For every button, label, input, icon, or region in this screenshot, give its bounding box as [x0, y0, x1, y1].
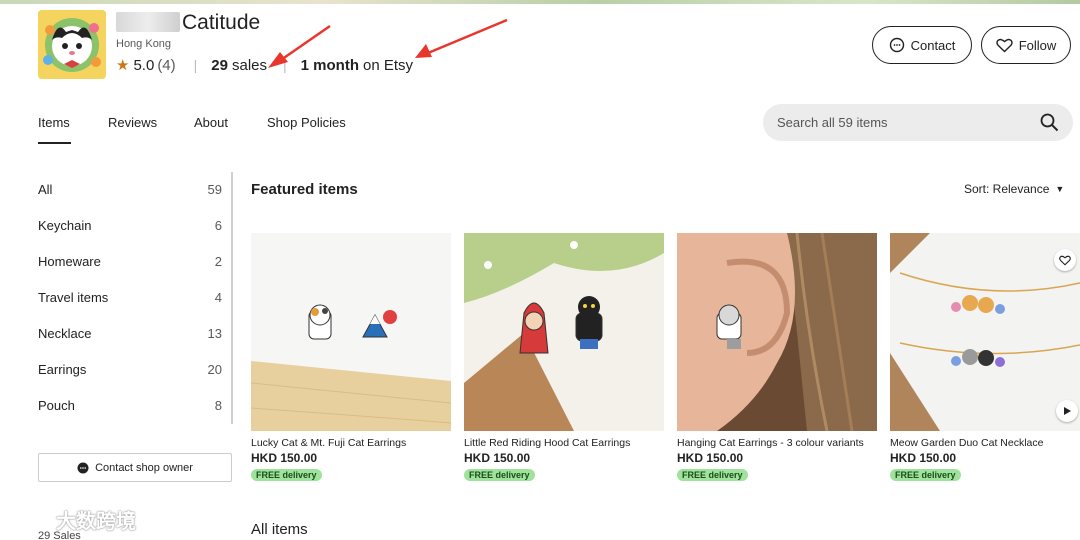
- listing-title[interactable]: Lucky Cat & Mt. Fuji Cat Earrings: [251, 437, 451, 449]
- listing-card[interactable]: Lucky Cat & Mt. Fuji Cat Earrings HKD 15…: [251, 233, 451, 483]
- listing-card[interactable]: Little Red Riding Hood Cat Earrings HKD …: [464, 233, 664, 483]
- sidebar-item-all[interactable]: All 59: [38, 182, 222, 197]
- listing-image[interactable]: [464, 233, 664, 431]
- free-delivery-badge: FREE delivery: [464, 469, 535, 481]
- sidebar-item-count: 13: [207, 326, 222, 341]
- shop-name: Catitude: [116, 11, 260, 35]
- watermark-logo-icon: [8, 508, 52, 530]
- tab-items[interactable]: Items: [38, 115, 71, 144]
- sidebar-item-keychain[interactable]: Keychain 6: [38, 218, 222, 233]
- sales-count: 29: [211, 56, 228, 74]
- sidebar-item-earrings[interactable]: Earrings 20: [38, 362, 222, 377]
- sidebar-item-label: Travel items: [38, 290, 109, 305]
- sidebar-item-label: All: [38, 182, 53, 197]
- watermark: 大数跨境: [8, 505, 136, 534]
- top-banner-strip: [0, 0, 1080, 4]
- sidebar-item-label: Earrings: [38, 362, 87, 377]
- category-sidebar: All 59 Keychain 6 Homeware 2 Travel item…: [38, 172, 233, 424]
- tenure-value: 1 month: [300, 56, 359, 74]
- listing-price: HKD 150.00: [677, 451, 744, 465]
- free-delivery-badge: FREE delivery: [251, 469, 322, 481]
- sidebar-item-label: Keychain: [38, 218, 92, 233]
- star-icon: ★: [116, 57, 130, 74]
- chat-bubble-icon: [77, 462, 89, 473]
- blurred-name-fragment: [116, 12, 180, 32]
- sidebar-item-homeware[interactable]: Homeware 2: [38, 254, 222, 269]
- sidebar-item-count: 8: [214, 398, 222, 413]
- tab-shop-policies[interactable]: Shop Policies: [267, 115, 346, 142]
- sort-dropdown[interactable]: Sort: Relevance ▼: [964, 182, 1064, 196]
- listing-price: HKD 150.00: [464, 451, 531, 465]
- sidebar-item-count: 6: [214, 218, 222, 233]
- sidebar-item-label: Necklace: [38, 326, 92, 341]
- tab-about[interactable]: About: [194, 115, 228, 142]
- listing-title[interactable]: Little Red Riding Hood Cat Earrings: [464, 437, 664, 449]
- caret-down-icon: ▼: [1055, 184, 1065, 194]
- sidebar-item-count: 2: [214, 254, 222, 269]
- contact-shop-owner-label: Contact shop owner: [95, 461, 193, 474]
- search-placeholder: Search all 59 items: [777, 115, 888, 130]
- favorite-heart-icon[interactable]: [1054, 249, 1076, 271]
- listing-card[interactable]: Hanging Cat Earrings - 3 colour variants…: [677, 233, 877, 483]
- follow-button[interactable]: Follow: [981, 26, 1071, 64]
- search-input[interactable]: Search all 59 items: [763, 104, 1073, 141]
- contact-button[interactable]: Contact: [872, 26, 972, 64]
- heart-icon: [996, 38, 1013, 52]
- free-delivery-badge: FREE delivery: [890, 469, 961, 481]
- listing-image[interactable]: [890, 233, 1080, 431]
- listing-price: HKD 150.00: [890, 451, 957, 465]
- featured-items-heading: Featured items: [251, 181, 358, 198]
- free-delivery-badge: FREE delivery: [677, 469, 748, 481]
- listing-image[interactable]: [251, 233, 451, 431]
- sidebar-item-count: 4: [214, 290, 222, 305]
- sales-label: sales: [231, 56, 268, 74]
- sidebar-item-count: 20: [207, 362, 222, 377]
- sidebar-item-label: Pouch: [38, 398, 75, 413]
- search-icon[interactable]: [1040, 113, 1059, 132]
- annotation-arrowhead-tenure: [415, 44, 432, 58]
- sidebar-item-count: 59: [207, 182, 222, 197]
- sidebar-item-label: Homeware: [38, 254, 101, 269]
- follow-button-label: Follow: [1018, 37, 1057, 53]
- listing-card[interactable]: Meow Garden Duo Cat Necklace HKD 150.00 …: [890, 233, 1080, 483]
- divider: |: [283, 57, 287, 73]
- contact-shop-owner-button[interactable]: Contact shop owner: [38, 453, 232, 482]
- divider: |: [193, 57, 198, 73]
- all-items-heading: All items: [251, 521, 308, 538]
- listing-title[interactable]: Hanging Cat Earrings - 3 colour variants: [677, 437, 877, 449]
- sort-label: Sort: Relevance: [964, 182, 1050, 196]
- play-video-icon[interactable]: [1056, 400, 1078, 422]
- shop-location: Hong Kong: [116, 38, 172, 50]
- watermark-text: 大数跨境: [56, 511, 136, 533]
- contact-button-label: Contact: [910, 37, 956, 53]
- annotation-arrow-tenure: [427, 18, 508, 55]
- shop-logo[interactable]: [38, 10, 106, 79]
- sidebar-item-pouch[interactable]: Pouch 8: [38, 398, 222, 413]
- tab-reviews[interactable]: Reviews: [108, 115, 157, 142]
- tenure-label: on Etsy: [363, 56, 414, 74]
- sidebar-item-necklace[interactable]: Necklace 13: [38, 326, 222, 341]
- shop-stats-row: ★ 5.0 (4) | 29 sales | 1 month on Etsy: [116, 56, 414, 75]
- listing-price: HKD 150.00: [251, 451, 318, 465]
- listing-title[interactable]: Meow Garden Duo Cat Necklace: [890, 437, 1080, 449]
- rating-value: 5.0: [133, 56, 155, 74]
- listing-image[interactable]: [677, 233, 877, 431]
- rating-count[interactable]: (4): [157, 57, 175, 74]
- chat-bubble-icon: [889, 37, 904, 53]
- sidebar-item-travel-items[interactable]: Travel items 4: [38, 290, 222, 305]
